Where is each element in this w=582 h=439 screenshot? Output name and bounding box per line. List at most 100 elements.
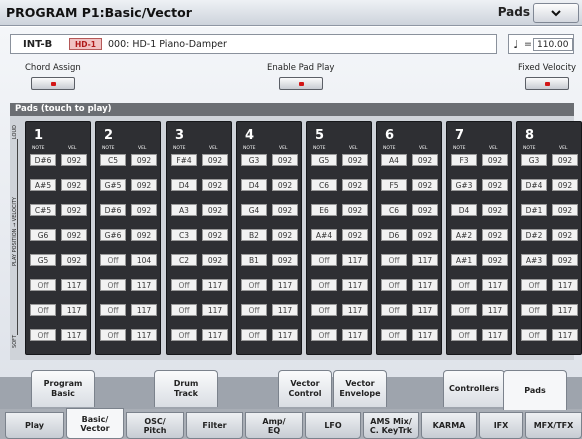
- pad-note-field[interactable]: Off: [311, 279, 337, 291]
- pad-velocity-field[interactable]: 092: [131, 229, 157, 241]
- pad-note-field[interactable]: G#5: [100, 179, 126, 191]
- pad-velocity-field[interactable]: 092: [552, 254, 578, 266]
- pad-note-field[interactable]: Off: [30, 304, 56, 316]
- pad-note-field[interactable]: Off: [311, 254, 337, 266]
- pad-velocity-field[interactable]: 092: [342, 204, 368, 216]
- pad-velocity-field[interactable]: 092: [61, 254, 87, 266]
- pad-note-field[interactable]: Off: [171, 304, 197, 316]
- pad-note-field[interactable]: B2: [241, 229, 267, 241]
- pad-note-field[interactable]: A#1: [451, 254, 477, 266]
- pad-velocity-field[interactable]: 092: [342, 154, 368, 166]
- pad-velocity-field[interactable]: 117: [412, 329, 438, 341]
- pad-note-field[interactable]: Off: [451, 304, 477, 316]
- pad-velocity-field[interactable]: 117: [272, 304, 298, 316]
- pad-velocity-field[interactable]: 117: [552, 279, 578, 291]
- tempo-field[interactable]: ♩ = 110.00: [508, 34, 574, 54]
- pad-velocity-field[interactable]: 092: [552, 204, 578, 216]
- tab-basic-vector[interactable]: Basic/ Vector: [66, 408, 124, 439]
- pad-note-field[interactable]: D#6: [30, 154, 56, 166]
- pad-velocity-field[interactable]: 117: [202, 279, 228, 291]
- pad-note-field[interactable]: Off: [381, 329, 407, 341]
- pad-note-field[interactable]: Off: [521, 329, 547, 341]
- pad-6[interactable]: 6 NOTE VEL A4 092 F5 092 C6 092 D6 092 Off 117 Off 117…: [376, 121, 442, 355]
- pad-velocity-field[interactable]: 092: [412, 229, 438, 241]
- tab-controllers[interactable]: Controllers: [443, 370, 505, 407]
- pad-note-field[interactable]: Off: [171, 329, 197, 341]
- pad-velocity-field[interactable]: 117: [131, 329, 157, 341]
- pad-note-field[interactable]: A#2: [451, 229, 477, 241]
- pad-note-field[interactable]: C3: [171, 229, 197, 241]
- pad-velocity-field[interactable]: 092: [412, 204, 438, 216]
- pad-note-field[interactable]: D4: [451, 204, 477, 216]
- pad-note-field[interactable]: F5: [381, 179, 407, 191]
- pad-velocity-field[interactable]: 117: [272, 279, 298, 291]
- pad-note-field[interactable]: F#4: [171, 154, 197, 166]
- pad-note-field[interactable]: C2: [171, 254, 197, 266]
- pad-velocity-field[interactable]: 117: [202, 329, 228, 341]
- tab-vector-control[interactable]: Vector Control: [278, 370, 332, 407]
- pad-velocity-field[interactable]: 092: [61, 179, 87, 191]
- tab-pads[interactable]: Pads: [503, 370, 567, 410]
- pad-velocity-field[interactable]: 092: [272, 179, 298, 191]
- tab-mfx-tfx[interactable]: MFX/TFX: [525, 412, 582, 439]
- pad-note-field[interactable]: G3: [521, 154, 547, 166]
- pad-note-field[interactable]: Off: [311, 329, 337, 341]
- pad-velocity-field[interactable]: 092: [552, 229, 578, 241]
- pad-note-field[interactable]: Off: [311, 304, 337, 316]
- pad-velocity-field[interactable]: 104: [131, 254, 157, 266]
- pad-velocity-field[interactable]: 092: [131, 154, 157, 166]
- tab-play[interactable]: Play: [5, 412, 64, 439]
- pad-note-field[interactable]: Off: [100, 279, 126, 291]
- pad-note-field[interactable]: G#3: [451, 179, 477, 191]
- chord-assign-button[interactable]: [30, 77, 75, 90]
- pad-note-field[interactable]: D4: [171, 179, 197, 191]
- pad-velocity-field[interactable]: 117: [412, 304, 438, 316]
- pad-8[interactable]: 8 NOTE VEL G3 092 D#4 092 D#1 092 D#2 092 A#3 092 Off…: [516, 121, 582, 355]
- pad-velocity-field[interactable]: 117: [342, 304, 368, 316]
- tempo-value[interactable]: 110.00: [533, 37, 573, 51]
- pad-note-field[interactable]: C5: [100, 154, 126, 166]
- pad-velocity-field[interactable]: 092: [342, 179, 368, 191]
- pad-note-field[interactable]: Off: [100, 254, 126, 266]
- pad-note-field[interactable]: A4: [381, 154, 407, 166]
- pad-velocity-field[interactable]: 117: [272, 329, 298, 341]
- pad-note-field[interactable]: G5: [30, 254, 56, 266]
- pad-velocity-field[interactable]: 092: [202, 204, 228, 216]
- program-select[interactable]: INT-B HD-1 000: HD-1 Piano-Damper: [10, 34, 497, 54]
- pad-note-field[interactable]: D6: [381, 229, 407, 241]
- pad-4[interactable]: 4 NOTE VEL G3 092 D4 092 G4 092 B2 092 B1 092 Off 117 O…: [236, 121, 302, 355]
- pad-velocity-field[interactable]: 092: [61, 154, 87, 166]
- pad-velocity-field[interactable]: 117: [482, 304, 508, 316]
- pad-note-field[interactable]: F3: [451, 154, 477, 166]
- pad-velocity-field[interactable]: 117: [61, 329, 87, 341]
- pad-2[interactable]: 2 NOTE VEL C5 092 G#5 092 D#6 092 G#6 092 Off 104 Off…: [95, 121, 161, 355]
- pad-velocity-field[interactable]: 092: [552, 154, 578, 166]
- pad-note-field[interactable]: A#5: [30, 179, 56, 191]
- pad-velocity-field[interactable]: 117: [342, 279, 368, 291]
- pad-3[interactable]: 3 NOTE VEL F#4 092 D4 092 A3 092 C3 092 C2 092 Off 117…: [166, 121, 232, 355]
- pad-note-field[interactable]: G3: [241, 154, 267, 166]
- pad-note-field[interactable]: Off: [381, 279, 407, 291]
- pad-velocity-field[interactable]: 117: [202, 304, 228, 316]
- pad-note-field[interactable]: E6: [311, 204, 337, 216]
- pad-velocity-field[interactable]: 092: [272, 254, 298, 266]
- pad-velocity-field[interactable]: 117: [342, 329, 368, 341]
- pad-velocity-field[interactable]: 117: [482, 279, 508, 291]
- pad-velocity-field[interactable]: 092: [342, 229, 368, 241]
- pad-note-field[interactable]: G5: [311, 154, 337, 166]
- pad-velocity-field[interactable]: 117: [412, 279, 438, 291]
- pad-velocity-field[interactable]: 092: [61, 229, 87, 241]
- pad-1[interactable]: 1 NOTE VEL D#6 092 A#5 092 C#5 092 G6 092 G5 092 Off 1…: [25, 121, 91, 355]
- pad-velocity-field[interactable]: 117: [412, 254, 438, 266]
- pad-velocity-field[interactable]: 092: [482, 254, 508, 266]
- pad-note-field[interactable]: A3: [171, 204, 197, 216]
- pad-note-field[interactable]: Off: [381, 304, 407, 316]
- pad-note-field[interactable]: D4: [241, 179, 267, 191]
- tab-ams-mix-c-keytrk[interactable]: AMS Mix/ C. KeyTrk: [363, 412, 419, 439]
- tab-osc-pitch[interactable]: OSC/ Pitch: [126, 412, 184, 439]
- pad-velocity-field[interactable]: 117: [61, 304, 87, 316]
- pad-velocity-field[interactable]: 092: [482, 229, 508, 241]
- pad-note-field[interactable]: Off: [451, 329, 477, 341]
- pad-velocity-field[interactable]: 092: [202, 254, 228, 266]
- pad-note-field[interactable]: Off: [241, 304, 267, 316]
